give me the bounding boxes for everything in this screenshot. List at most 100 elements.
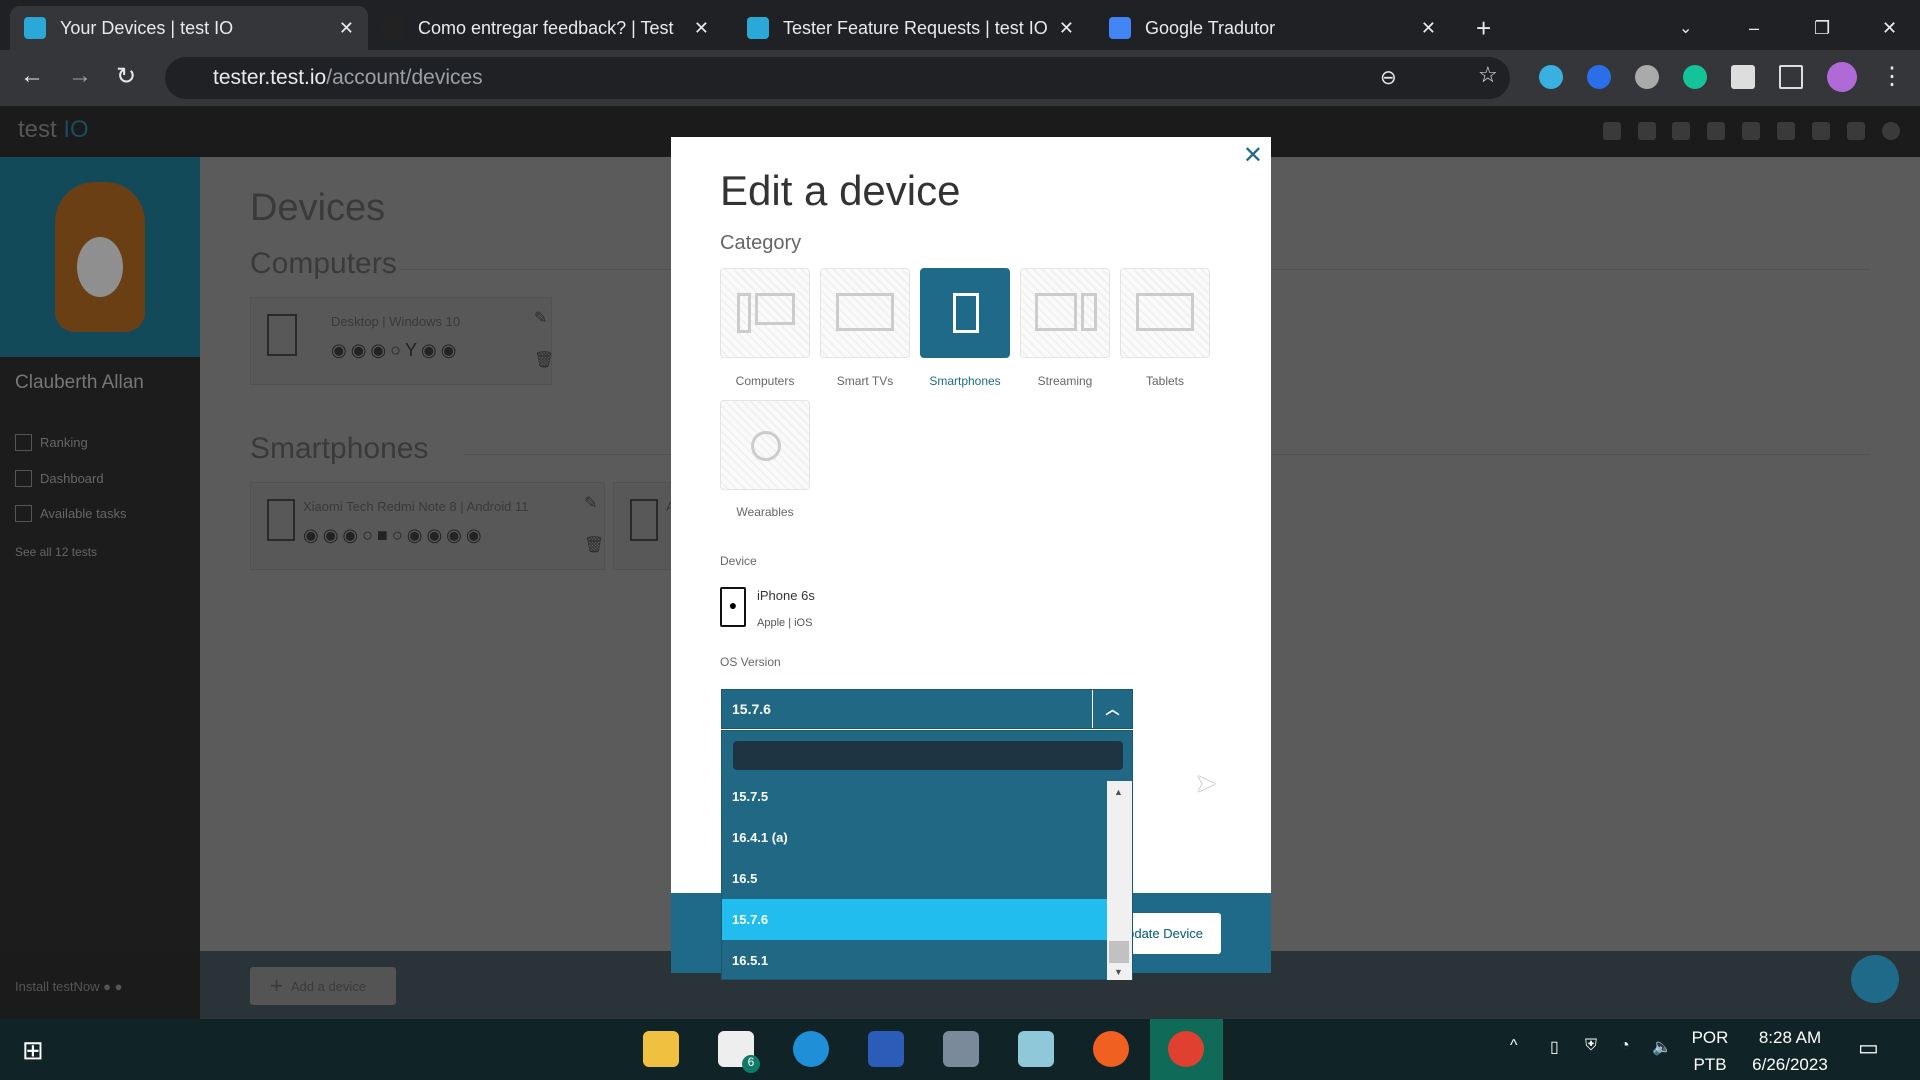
- tasks-icon: [15, 505, 32, 522]
- testio-logo[interactable]: test IO: [18, 116, 89, 144]
- os-option[interactable]: 16.5: [722, 858, 1109, 899]
- android-phone-icon: [267, 499, 295, 541]
- streaming-icon: [1035, 293, 1077, 331]
- notification-center-icon[interactable]: ▭: [1858, 1035, 1879, 1061]
- activity-icon[interactable]: [1707, 122, 1725, 140]
- windows-start-icon[interactable]: ⊞: [22, 1035, 44, 1066]
- category-smart-tvs[interactable]: [820, 268, 910, 358]
- scroll-down-arrow-icon[interactable]: ▼: [1114, 967, 1123, 977]
- chrome-taskbar-item[interactable]: [1150, 1019, 1223, 1080]
- tab-feedback[interactable]: Como entregar feedback? | Test I ✕: [368, 6, 723, 50]
- os-version-dropdown: 15.7.5 16.4.1 (a) 16.5 15.7.6 16.5.1 ▲ ▼: [721, 730, 1133, 980]
- edit-pencil-icon[interactable]: ✎: [534, 308, 547, 328]
- calculator-icon[interactable]: [943, 1031, 979, 1067]
- close-window-button[interactable]: ✕: [1868, 6, 1911, 50]
- windows-taskbar: ⊞ 6 ^ ▯ ⛨ ◔ 🔈 POR PTB 8:28 AM 6/26/2023 ▭: [0, 1019, 1920, 1080]
- os-search-input[interactable]: [733, 741, 1123, 770]
- volume-icon[interactable]: 🔈: [1652, 1037, 1672, 1057]
- sidebar-item-available-tasks[interactable]: Available tasks: [15, 505, 126, 522]
- scrollbar-thumb[interactable]: [1109, 941, 1129, 963]
- menu-dots-icon[interactable]: ⋮: [1880, 62, 1904, 91]
- extensions-puzzle-icon[interactable]: [1731, 65, 1755, 89]
- edit-pencil-icon[interactable]: ✎: [584, 493, 597, 513]
- android-icon[interactable]: ●: [111, 979, 123, 994]
- apple-phone-icon: [630, 499, 658, 541]
- os-option[interactable]: 16.4.1 (a): [722, 817, 1109, 858]
- settings-gear-icon[interactable]: [1847, 122, 1865, 140]
- close-tab-icon[interactable]: ✕: [339, 18, 354, 39]
- fox-mascot-image: [55, 182, 145, 332]
- grammarly-icon[interactable]: [1683, 65, 1707, 89]
- delete-trash-icon[interactable]: 🗑: [584, 535, 604, 555]
- firefox-icon[interactable]: [1093, 1031, 1129, 1067]
- category-streaming[interactable]: [1020, 268, 1110, 358]
- category-wearables[interactable]: [720, 400, 810, 490]
- user-avatar[interactable]: [0, 157, 200, 357]
- mail-icon[interactable]: 6: [718, 1031, 760, 1073]
- notifications-bell-icon[interactable]: [1812, 122, 1830, 140]
- os-version-select[interactable]: 15.7.6 ︿: [721, 689, 1133, 729]
- device-name: iPhone 6s: [757, 588, 815, 603]
- messages-icon[interactable]: [1603, 122, 1621, 140]
- reload-icon[interactable]: ↻: [116, 62, 136, 91]
- devices-icon[interactable]: [1742, 122, 1760, 140]
- close-icon[interactable]: ✕: [1243, 141, 1263, 170]
- os-option[interactable]: 15.7.5: [722, 776, 1109, 817]
- testio-favicon-icon: [747, 17, 769, 39]
- category-label-tablets: Tablets: [1145, 374, 1185, 388]
- profile-avatar[interactable]: [1827, 62, 1857, 92]
- device-name: Desktop | Windows 10: [331, 314, 461, 329]
- add-device-button[interactable]: + Add a device: [250, 967, 396, 1005]
- notes-icon[interactable]: [1018, 1031, 1054, 1067]
- sidebar-item-dashboard[interactable]: Dashboard: [15, 470, 104, 487]
- forward-icon[interactable]: →: [68, 62, 92, 90]
- minimize-button[interactable]: –: [1735, 6, 1773, 50]
- side-panel-icon[interactable]: [1779, 65, 1803, 89]
- tab-your-devices[interactable]: Your Devices | test IO ✕: [10, 6, 368, 50]
- address-toolbar: ← → ↻ tester.test.io/account/devices ⊖ ☆…: [0, 50, 1920, 106]
- scroll-up-arrow-icon[interactable]: ▲: [1114, 787, 1123, 797]
- clock[interactable]: 8:28 AM 6/26/2023: [1740, 1024, 1840, 1078]
- academy-icon[interactable]: [1672, 122, 1690, 140]
- close-tab-icon[interactable]: ✕: [1421, 18, 1436, 39]
- category-tablets[interactable]: [1120, 268, 1210, 358]
- new-tab-button[interactable]: +: [1462, 6, 1505, 50]
- close-tab-icon[interactable]: ✕: [1059, 18, 1074, 39]
- os-option-highlighted[interactable]: 15.7.6: [722, 899, 1109, 940]
- extension-icon[interactable]: [1539, 65, 1563, 89]
- chat-support-button[interactable]: [1851, 955, 1899, 1003]
- bookmark-star-icon[interactable]: ☆: [1478, 62, 1498, 88]
- category-computers[interactable]: [720, 268, 810, 358]
- payouts-icon[interactable]: [1777, 122, 1795, 140]
- address-bar[interactable]: tester.test.io/account/devices: [165, 57, 1510, 99]
- os-option[interactable]: 16.5.1: [722, 940, 1109, 981]
- file-explorer-icon[interactable]: [643, 1031, 679, 1067]
- logout-power-icon[interactable]: [1882, 122, 1900, 140]
- usb-icon[interactable]: ▯: [1550, 1037, 1559, 1057]
- wifi-icon[interactable]: ◔: [1620, 1037, 1630, 1055]
- word-icon[interactable]: [868, 1031, 904, 1067]
- zoom-icon[interactable]: ⊖: [1380, 65, 1397, 90]
- chevron-up-icon[interactable]: ︿: [1092, 690, 1132, 728]
- edge-icon[interactable]: [793, 1031, 829, 1067]
- tray-chevron-icon[interactable]: ^: [1510, 1037, 1518, 1055]
- language-indicator[interactable]: POR PTB: [1690, 1024, 1730, 1078]
- restore-button[interactable]: ❐: [1800, 6, 1844, 50]
- apple-icon[interactable]: ●: [103, 979, 111, 994]
- sidebar-item-ranking[interactable]: Ranking: [15, 434, 88, 451]
- announcements-icon[interactable]: [1638, 122, 1656, 140]
- security-shield-icon[interactable]: ⛨: [1585, 1037, 1597, 1055]
- delete-trash-icon[interactable]: 🗑: [534, 350, 554, 370]
- tab-feature-requests[interactable]: Tester Feature Requests | test IO ✕: [733, 6, 1088, 50]
- close-tab-icon[interactable]: ✕: [694, 18, 709, 39]
- category-smartphones[interactable]: [920, 268, 1010, 358]
- tab-google-tradutor[interactable]: Google Tradutor ✕: [1095, 6, 1450, 50]
- camera-extension-icon[interactable]: [1635, 65, 1659, 89]
- extension-icon[interactable]: [1587, 65, 1611, 89]
- dropdown-scrollbar[interactable]: ▲ ▼: [1107, 781, 1132, 980]
- see-all-tests-link[interactable]: See all 12 tests: [15, 545, 97, 559]
- tab-search-icon[interactable]: ⌄: [1665, 6, 1706, 50]
- device-manufacturer-os: Apple | iOS: [757, 617, 813, 629]
- device-card: Xiaomi Tech Redmi Note 8 | Android 11 ◉◉…: [250, 482, 605, 570]
- back-icon[interactable]: ←: [20, 62, 44, 90]
